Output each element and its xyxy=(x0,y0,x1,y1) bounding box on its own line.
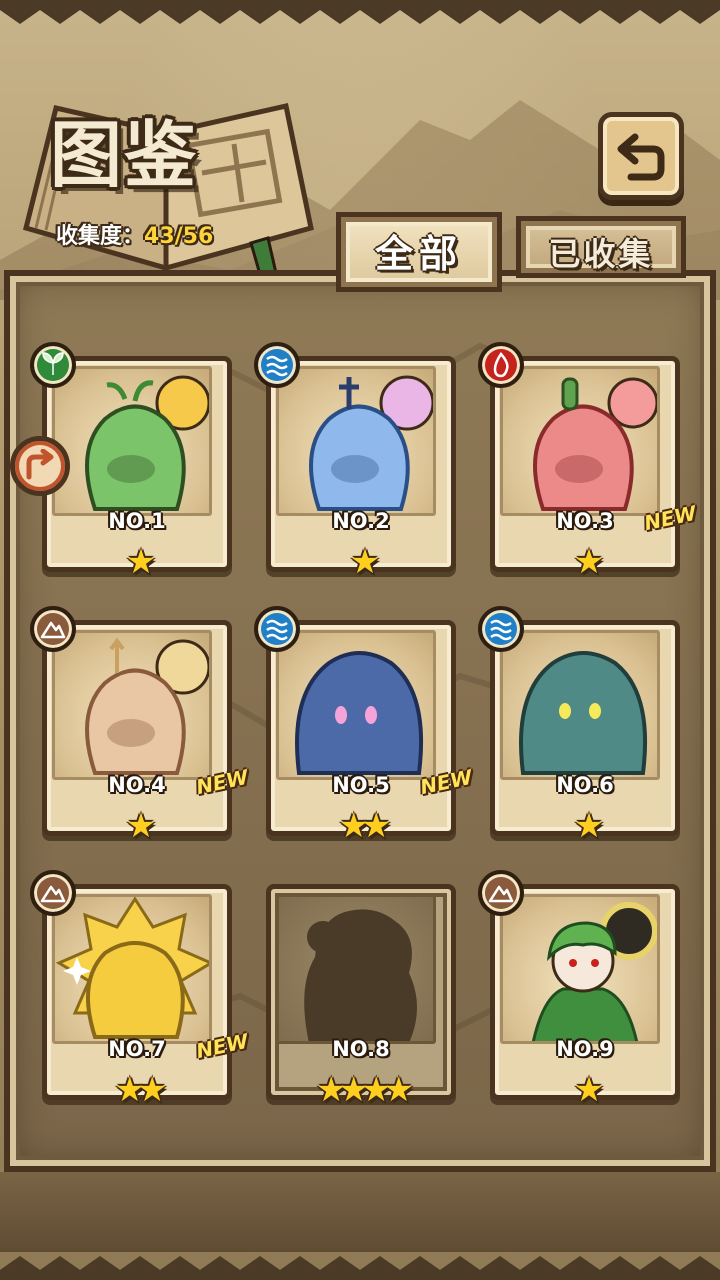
star-rating: ★ xyxy=(573,806,604,846)
star-rating: ★ xyxy=(573,1070,604,1110)
monster-portrait xyxy=(52,366,212,516)
side-arrow-button[interactable] xyxy=(10,436,70,496)
back-button[interactable] xyxy=(598,112,684,200)
page-title: 图鉴 xyxy=(50,112,199,197)
monster-portrait xyxy=(276,366,436,516)
wave-icon xyxy=(266,355,288,377)
tab-collected[interactable]: 已收集 xyxy=(516,216,686,278)
card-number: NO.1 xyxy=(108,509,166,533)
card-number: NO.6 xyxy=(556,773,614,797)
monster-card[interactable]: NO.6 ★ xyxy=(478,606,680,850)
collection-value: 43/56 xyxy=(144,224,214,249)
monster-card[interactable]: NO.5 ★★ NEW xyxy=(254,606,474,850)
earth-element-badge xyxy=(30,606,76,652)
collection-progress: 收集度：43/56 xyxy=(56,222,213,252)
monster-portrait xyxy=(276,630,436,780)
star-rating: ★★ xyxy=(114,1070,168,1110)
mountain-icon xyxy=(488,885,514,903)
card-number: NO.2 xyxy=(332,509,390,533)
monster-card[interactable]: NO.9 ★ xyxy=(478,870,680,1114)
star-rating: ★ xyxy=(573,542,604,582)
earth-element-badge xyxy=(478,870,524,916)
monster-portrait xyxy=(52,630,212,780)
monster-portrait xyxy=(500,366,660,516)
mountain-icon xyxy=(40,621,66,639)
star-rating: ★ xyxy=(125,806,156,846)
leaf-icon xyxy=(42,352,64,375)
monster-silhouette xyxy=(276,894,436,1044)
back-arrow-icon xyxy=(617,133,665,181)
flame-icon xyxy=(493,351,509,378)
bottom-strip xyxy=(0,1172,720,1252)
card-number: NO.9 xyxy=(556,1037,614,1061)
tab-all[interactable]: 全部 xyxy=(336,212,502,292)
star-rating: ★★ xyxy=(338,806,392,846)
earth-element-badge xyxy=(30,870,76,916)
zigzag-border-top xyxy=(0,0,720,24)
star-rating: ★ xyxy=(125,542,156,582)
arrow-turn-icon xyxy=(26,449,54,480)
water-element-badge xyxy=(254,606,300,652)
monster-card[interactable]: NO.7 ★★ NEW xyxy=(30,870,250,1114)
collection-label: 收集度： xyxy=(56,224,145,249)
monster-card[interactable]: NO.2 ★ xyxy=(254,342,456,586)
wave-icon xyxy=(490,619,512,641)
monster-portrait xyxy=(52,894,212,1044)
fire-element-badge xyxy=(478,342,524,388)
grass-element-badge xyxy=(30,342,76,388)
codex-screen: 图鉴 收集度：43/56 全部 已收集 NO.1 ★ NO.2 ★ NO.3 ★… xyxy=(0,0,720,1280)
wave-icon xyxy=(266,619,288,641)
monster-card[interactable]: NO.3 ★ NEW xyxy=(478,342,698,586)
card-number: NO.8 xyxy=(332,1037,390,1061)
monster-portrait xyxy=(500,630,660,780)
mountain-icon xyxy=(40,885,66,903)
monster-portrait xyxy=(500,894,660,1044)
monster-card[interactable]: NO.1 ★ xyxy=(30,342,232,586)
star-rating: ★ xyxy=(349,542,380,582)
monster-card-locked[interactable]: NO.8 ★★★★ xyxy=(266,884,456,1114)
zigzag-border-bottom xyxy=(0,1256,720,1280)
star-rating: ★★★★ xyxy=(316,1070,414,1110)
water-element-badge xyxy=(478,606,524,652)
monster-card[interactable]: NO.4 ★ NEW xyxy=(30,606,250,850)
water-element-badge xyxy=(254,342,300,388)
